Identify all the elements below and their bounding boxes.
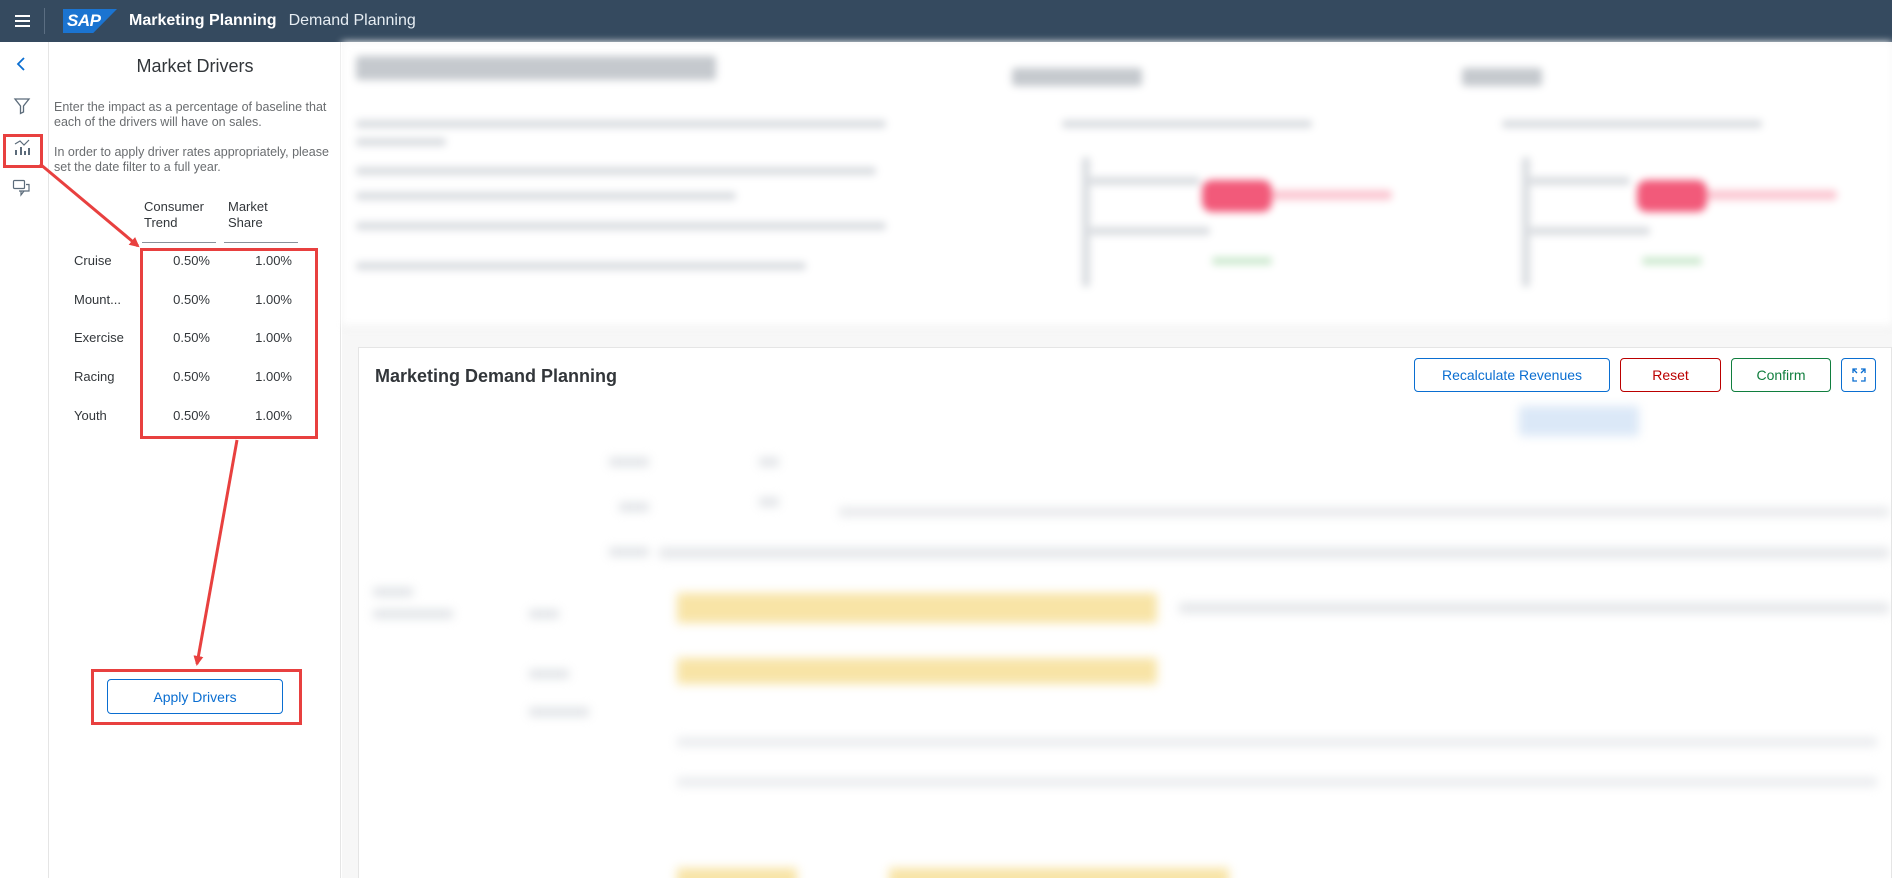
reset-button[interactable]: Reset	[1620, 358, 1721, 392]
driver-label: Cruise	[74, 253, 112, 268]
blurred-summary-area	[342, 42, 1892, 327]
highlight-chart-icon	[3, 134, 43, 168]
menu-icon[interactable]	[0, 0, 44, 42]
column-underline	[142, 242, 216, 243]
main-content: Marketing Demand Planning Recalculate Re…	[342, 42, 1892, 878]
recalculate-revenues-button[interactable]: Recalculate Revenues	[1414, 358, 1610, 392]
shell-divider	[44, 8, 45, 34]
driver-label: Mount...	[74, 292, 121, 307]
driver-label: Racing	[74, 369, 115, 384]
highlight-driver-values	[140, 248, 318, 439]
shell-bar: SAP Marketing Planning Demand Planning	[0, 0, 1892, 42]
market-drivers-panel: Market Drivers Enter the impact as a per…	[49, 42, 341, 878]
column-underline	[224, 242, 298, 243]
app-title: Marketing Planning	[129, 12, 277, 29]
comments-icon[interactable]	[10, 176, 34, 200]
demand-planning-card: Marketing Demand Planning Recalculate Re…	[358, 347, 1892, 878]
filter-icon[interactable]	[10, 94, 34, 118]
panel-title: Market Drivers	[136, 56, 254, 76]
expand-icon[interactable]	[1841, 358, 1876, 392]
back-icon[interactable]	[10, 52, 34, 76]
driver-label: Exercise	[74, 330, 124, 345]
card-title: Marketing Demand Planning	[375, 366, 618, 386]
sap-logo: SAP	[63, 9, 117, 33]
column-header-consumer-trend: Consumer Trend	[144, 199, 204, 230]
column-header-market-share: Market Share	[228, 199, 268, 230]
app-subtitle: Demand Planning	[288, 12, 416, 29]
driver-label: Youth	[74, 408, 107, 423]
highlight-apply-button	[91, 669, 302, 725]
panel-note: In order to apply driver rates appropria…	[54, 145, 329, 174]
blurred-planning-table	[359, 398, 1892, 878]
panel-description: Enter the impact as a percentage of base…	[54, 100, 327, 129]
confirm-button[interactable]: Confirm	[1731, 358, 1831, 392]
